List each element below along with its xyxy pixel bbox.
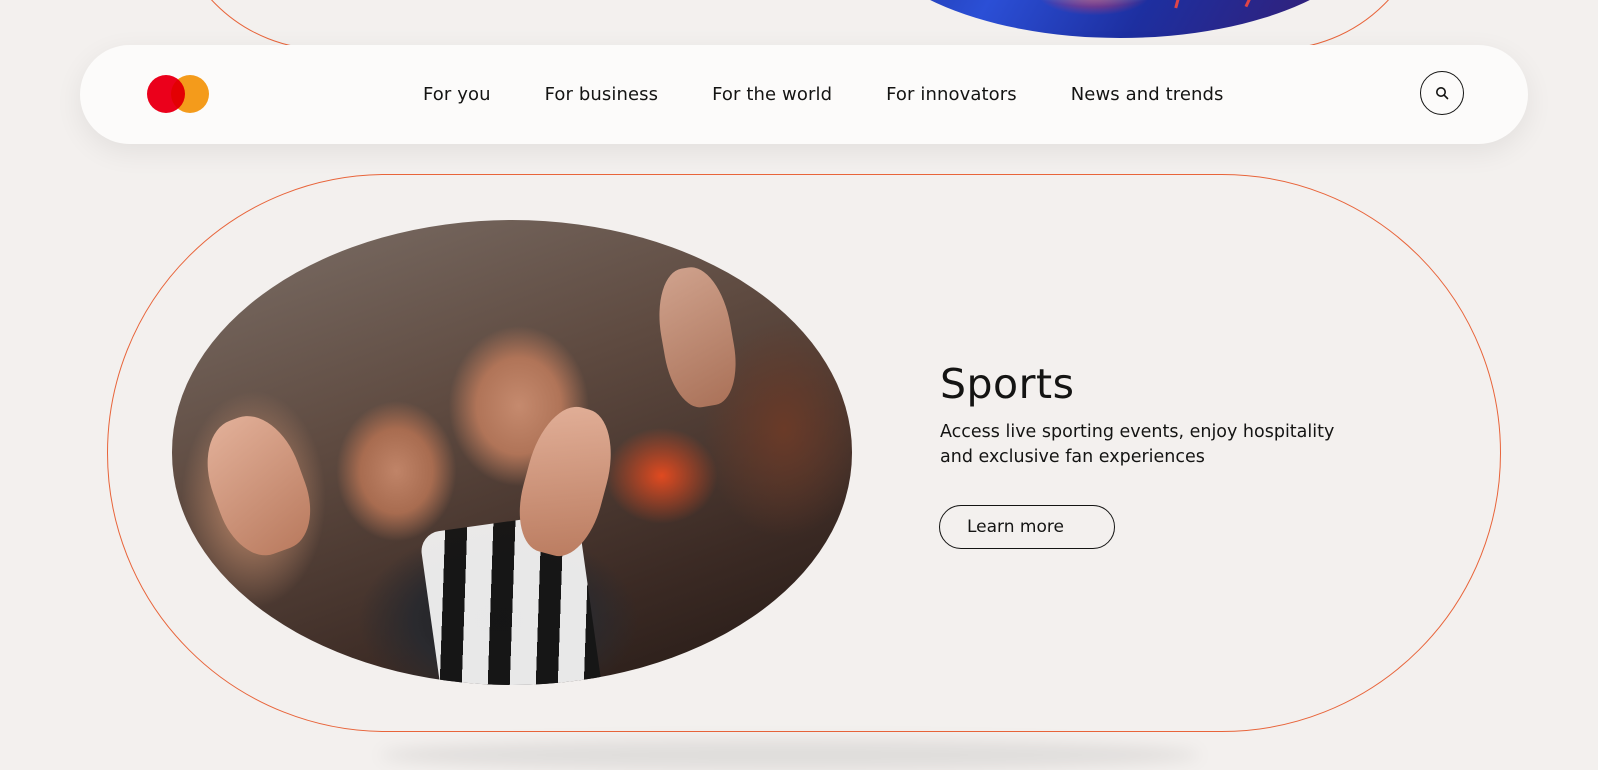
next-card-shadow bbox=[380, 740, 1200, 770]
photo-hand-right bbox=[649, 261, 744, 412]
main-navigation: For you For business For the world For i… bbox=[80, 45, 1528, 144]
search-button[interactable] bbox=[1420, 71, 1464, 115]
nav-item-for-the-world[interactable]: For the world bbox=[712, 84, 832, 105]
nav-item-for-business[interactable]: For business bbox=[545, 84, 659, 105]
logo-orange-circle bbox=[171, 75, 209, 113]
feature-title: Sports bbox=[940, 360, 1075, 408]
sports-fans-photo bbox=[172, 220, 852, 685]
learn-more-button[interactable]: Learn more bbox=[939, 505, 1115, 549]
photo-hand-center bbox=[507, 398, 624, 564]
photo-hand-left bbox=[191, 404, 325, 567]
feature-description: Access live sporting events, enjoy hospi… bbox=[940, 422, 1335, 467]
nav-item-for-innovators[interactable]: For innovators bbox=[886, 84, 1017, 105]
nav-item-for-you[interactable]: For you bbox=[423, 84, 491, 105]
nav-item-news-and-trends[interactable]: News and trends bbox=[1071, 84, 1224, 105]
search-icon bbox=[1436, 87, 1449, 100]
mastercard-logo[interactable] bbox=[147, 75, 209, 113]
nav-menu: For you For business For the world For i… bbox=[423, 45, 1224, 144]
